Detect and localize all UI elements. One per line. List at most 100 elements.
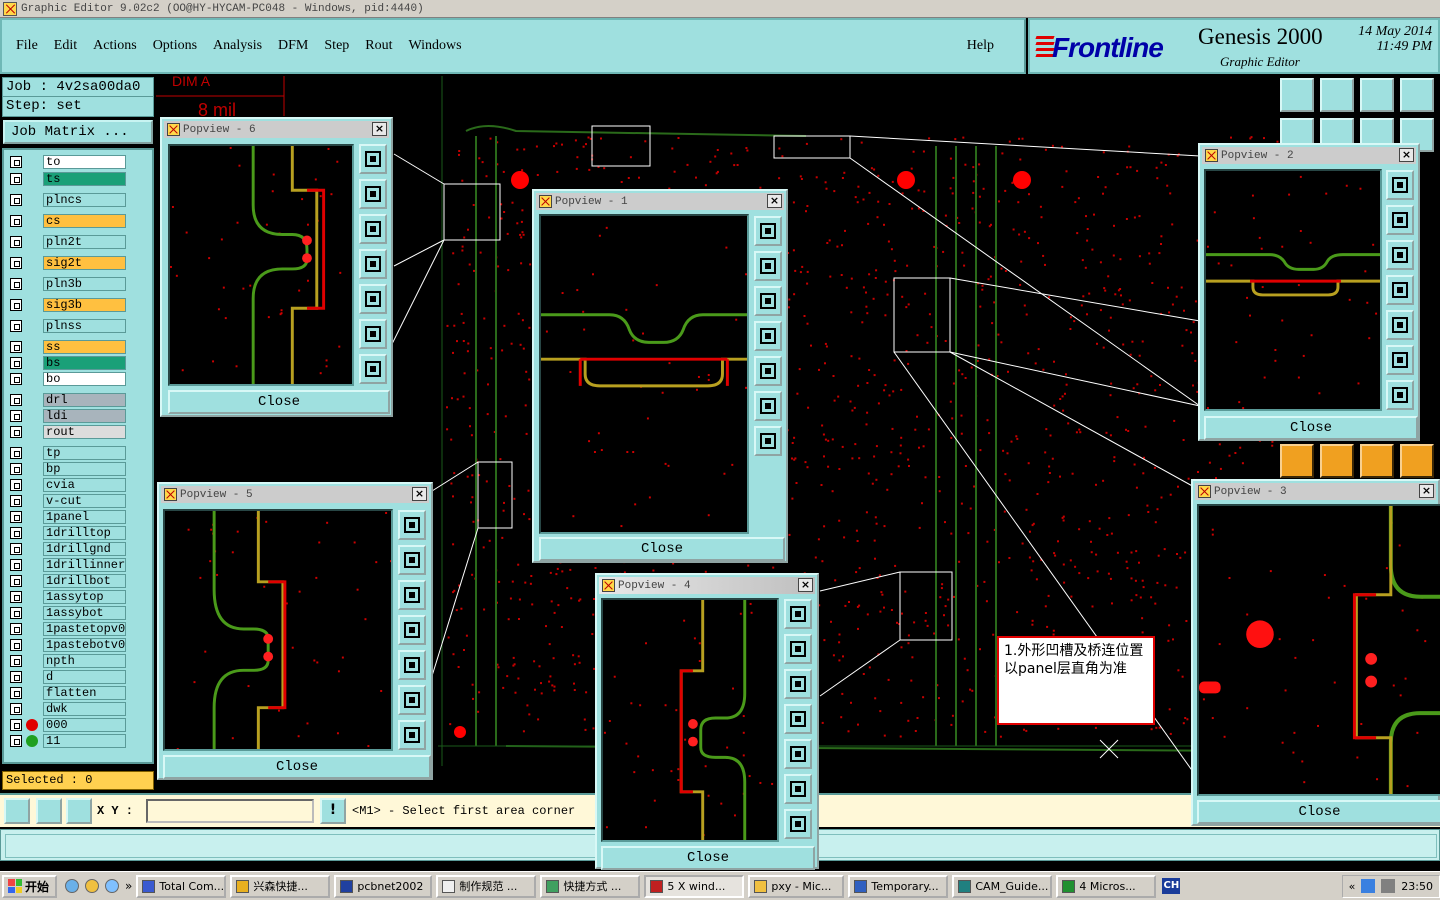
layer-name[interactable]: pln2t [43, 235, 126, 249]
zoom-fit-icon[interactable] [398, 510, 426, 540]
layer-row-v-cut[interactable]: v-cut [10, 494, 128, 508]
task-temporary[interactable]: Temporary... [848, 874, 949, 898]
layer-row-pln3b[interactable]: pln3b [10, 277, 128, 291]
layer-checkbox[interactable] [10, 410, 22, 422]
layer-checkbox[interactable] [10, 299, 22, 311]
layer-row-11[interactable]: 11 [10, 734, 128, 748]
popview-canvas[interactable] [1197, 504, 1440, 796]
zoom-out-icon[interactable] [359, 354, 387, 384]
layer-name[interactable]: 1assytop [43, 590, 126, 604]
layer-row-bp[interactable]: bp [10, 462, 128, 476]
layer-name[interactable]: sig2t [43, 256, 126, 270]
layer-checkbox[interactable] [10, 495, 22, 507]
popview-close-button[interactable]: Close [539, 537, 785, 561]
layer-row-1pastebotv0[interactable]: 1pastebotv0 [10, 638, 128, 652]
layer-row-flatten[interactable]: flatten [10, 686, 128, 700]
popview-title-bar[interactable]: Popview - 3 × [1195, 483, 1436, 500]
layer-name[interactable]: cs [43, 214, 126, 228]
layer-checkbox[interactable] [10, 671, 22, 683]
menu-step[interactable]: Step [324, 38, 349, 54]
zoom-fit-icon[interactable] [784, 599, 812, 629]
pan-down-icon[interactable] [754, 286, 782, 316]
toolbar-button-4[interactable] [1400, 78, 1434, 112]
layer-name[interactable]: cvia [43, 478, 126, 492]
layer-checkbox[interactable] [10, 559, 22, 571]
zoom-fit-icon[interactable] [754, 216, 782, 246]
menu-actions[interactable]: Actions [93, 38, 137, 54]
layer-row-1panel[interactable]: 1panel [10, 510, 128, 524]
layer-checkbox[interactable] [10, 357, 22, 369]
layer-checkbox[interactable] [10, 479, 22, 491]
layer-row-1assybot[interactable]: 1assybot [10, 606, 128, 620]
layer-checkbox[interactable] [10, 173, 22, 185]
task-x-windows[interactable]: 5 X wind... [644, 874, 745, 898]
layer-row-000[interactable]: 000 [10, 718, 128, 732]
pan-up-icon[interactable] [784, 634, 812, 664]
layer-name[interactable]: 1drilltop [43, 526, 126, 540]
layer-checkbox[interactable] [10, 735, 22, 747]
layer-row-to[interactable]: to [10, 155, 128, 169]
popview-window-6[interactable]: Popview - 6 × Close [160, 117, 393, 417]
layer-name[interactable]: rout [43, 425, 126, 439]
layer-row-1drilltop[interactable]: 1drilltop [10, 526, 128, 540]
close-icon[interactable]: × [372, 122, 387, 136]
layer-row-tp[interactable]: tp [10, 446, 128, 460]
layer-row-1pastetopv0[interactable]: 1pastetopv0 [10, 622, 128, 636]
pan-left-icon[interactable] [398, 615, 426, 645]
measure-icon[interactable] [36, 798, 62, 824]
pan-left-icon[interactable] [1386, 275, 1414, 305]
zoom-out-icon[interactable] [1386, 380, 1414, 410]
layer-checkbox[interactable] [10, 591, 22, 603]
layer-name[interactable]: sig3b [43, 298, 126, 312]
layer-name[interactable]: 1assybot [43, 606, 126, 620]
layer-checkbox[interactable] [10, 511, 22, 523]
zoom-out-icon[interactable] [784, 809, 812, 839]
popview-close-button[interactable]: Close [163, 755, 431, 779]
layer-name[interactable]: ldi [43, 409, 126, 423]
popview-window-3[interactable]: Popview - 3 × Close [1191, 479, 1440, 826]
layer-name[interactable]: bo [43, 372, 126, 386]
popview-window-1[interactable]: Popview - 1 × Close [532, 189, 788, 563]
popview-title-bar[interactable]: Popview - 4 × [599, 577, 815, 594]
zoom-in-icon[interactable] [1386, 345, 1414, 375]
toolbar-button-1[interactable] [1280, 78, 1314, 112]
layer-checkbox[interactable] [10, 703, 22, 715]
toolbar-button-2[interactable] [1320, 78, 1354, 112]
layer-checkbox[interactable] [10, 257, 22, 269]
layer-name[interactable]: to [43, 155, 126, 169]
layer-name[interactable]: ss [43, 340, 126, 354]
layer-name[interactable]: plncs [43, 193, 126, 207]
close-icon[interactable]: × [1399, 148, 1414, 162]
task-pxy[interactable]: pxy - Mic... [748, 874, 845, 898]
popview-canvas[interactable] [539, 214, 749, 534]
layer-row-dwk[interactable]: dwk [10, 702, 128, 716]
layer-checkbox[interactable] [10, 527, 22, 539]
task-cam-guide[interactable]: CAM_Guide... [952, 874, 1053, 898]
popview-close-button[interactable]: Close [168, 390, 390, 414]
layer-row-pln2t[interactable]: pln2t [10, 235, 128, 249]
layer-name[interactable]: ts [43, 172, 126, 186]
zoom-out-icon[interactable] [754, 426, 782, 456]
menu-rout[interactable]: Rout [365, 38, 392, 54]
layer-row-ss[interactable]: ss [10, 340, 128, 354]
layer-checkbox[interactable] [10, 215, 22, 227]
close-icon[interactable]: × [412, 487, 427, 501]
layer-name[interactable]: flatten [43, 686, 126, 700]
layer-row-bs[interactable]: bs [10, 356, 128, 370]
outlook-icon[interactable] [85, 879, 100, 893]
zoom-in-icon[interactable] [784, 774, 812, 804]
pan-down-icon[interactable] [359, 214, 387, 244]
zoom-fit-icon[interactable] [359, 144, 387, 174]
pan-up-icon[interactable] [754, 251, 782, 281]
layer-row-ts[interactable]: ts [10, 172, 128, 186]
layer-name[interactable]: 000 [43, 718, 126, 732]
pan-right-icon[interactable] [784, 739, 812, 769]
layer-name[interactable]: 11 [43, 734, 126, 748]
layer-checkbox[interactable] [10, 156, 22, 168]
popview-close-button[interactable]: Close [1204, 416, 1418, 440]
menu-options[interactable]: Options [153, 38, 197, 54]
pan-left-icon[interactable] [754, 321, 782, 351]
zoom-in-icon[interactable] [398, 685, 426, 715]
zoom-out-icon[interactable] [398, 720, 426, 750]
layer-checkbox[interactable] [10, 719, 22, 731]
